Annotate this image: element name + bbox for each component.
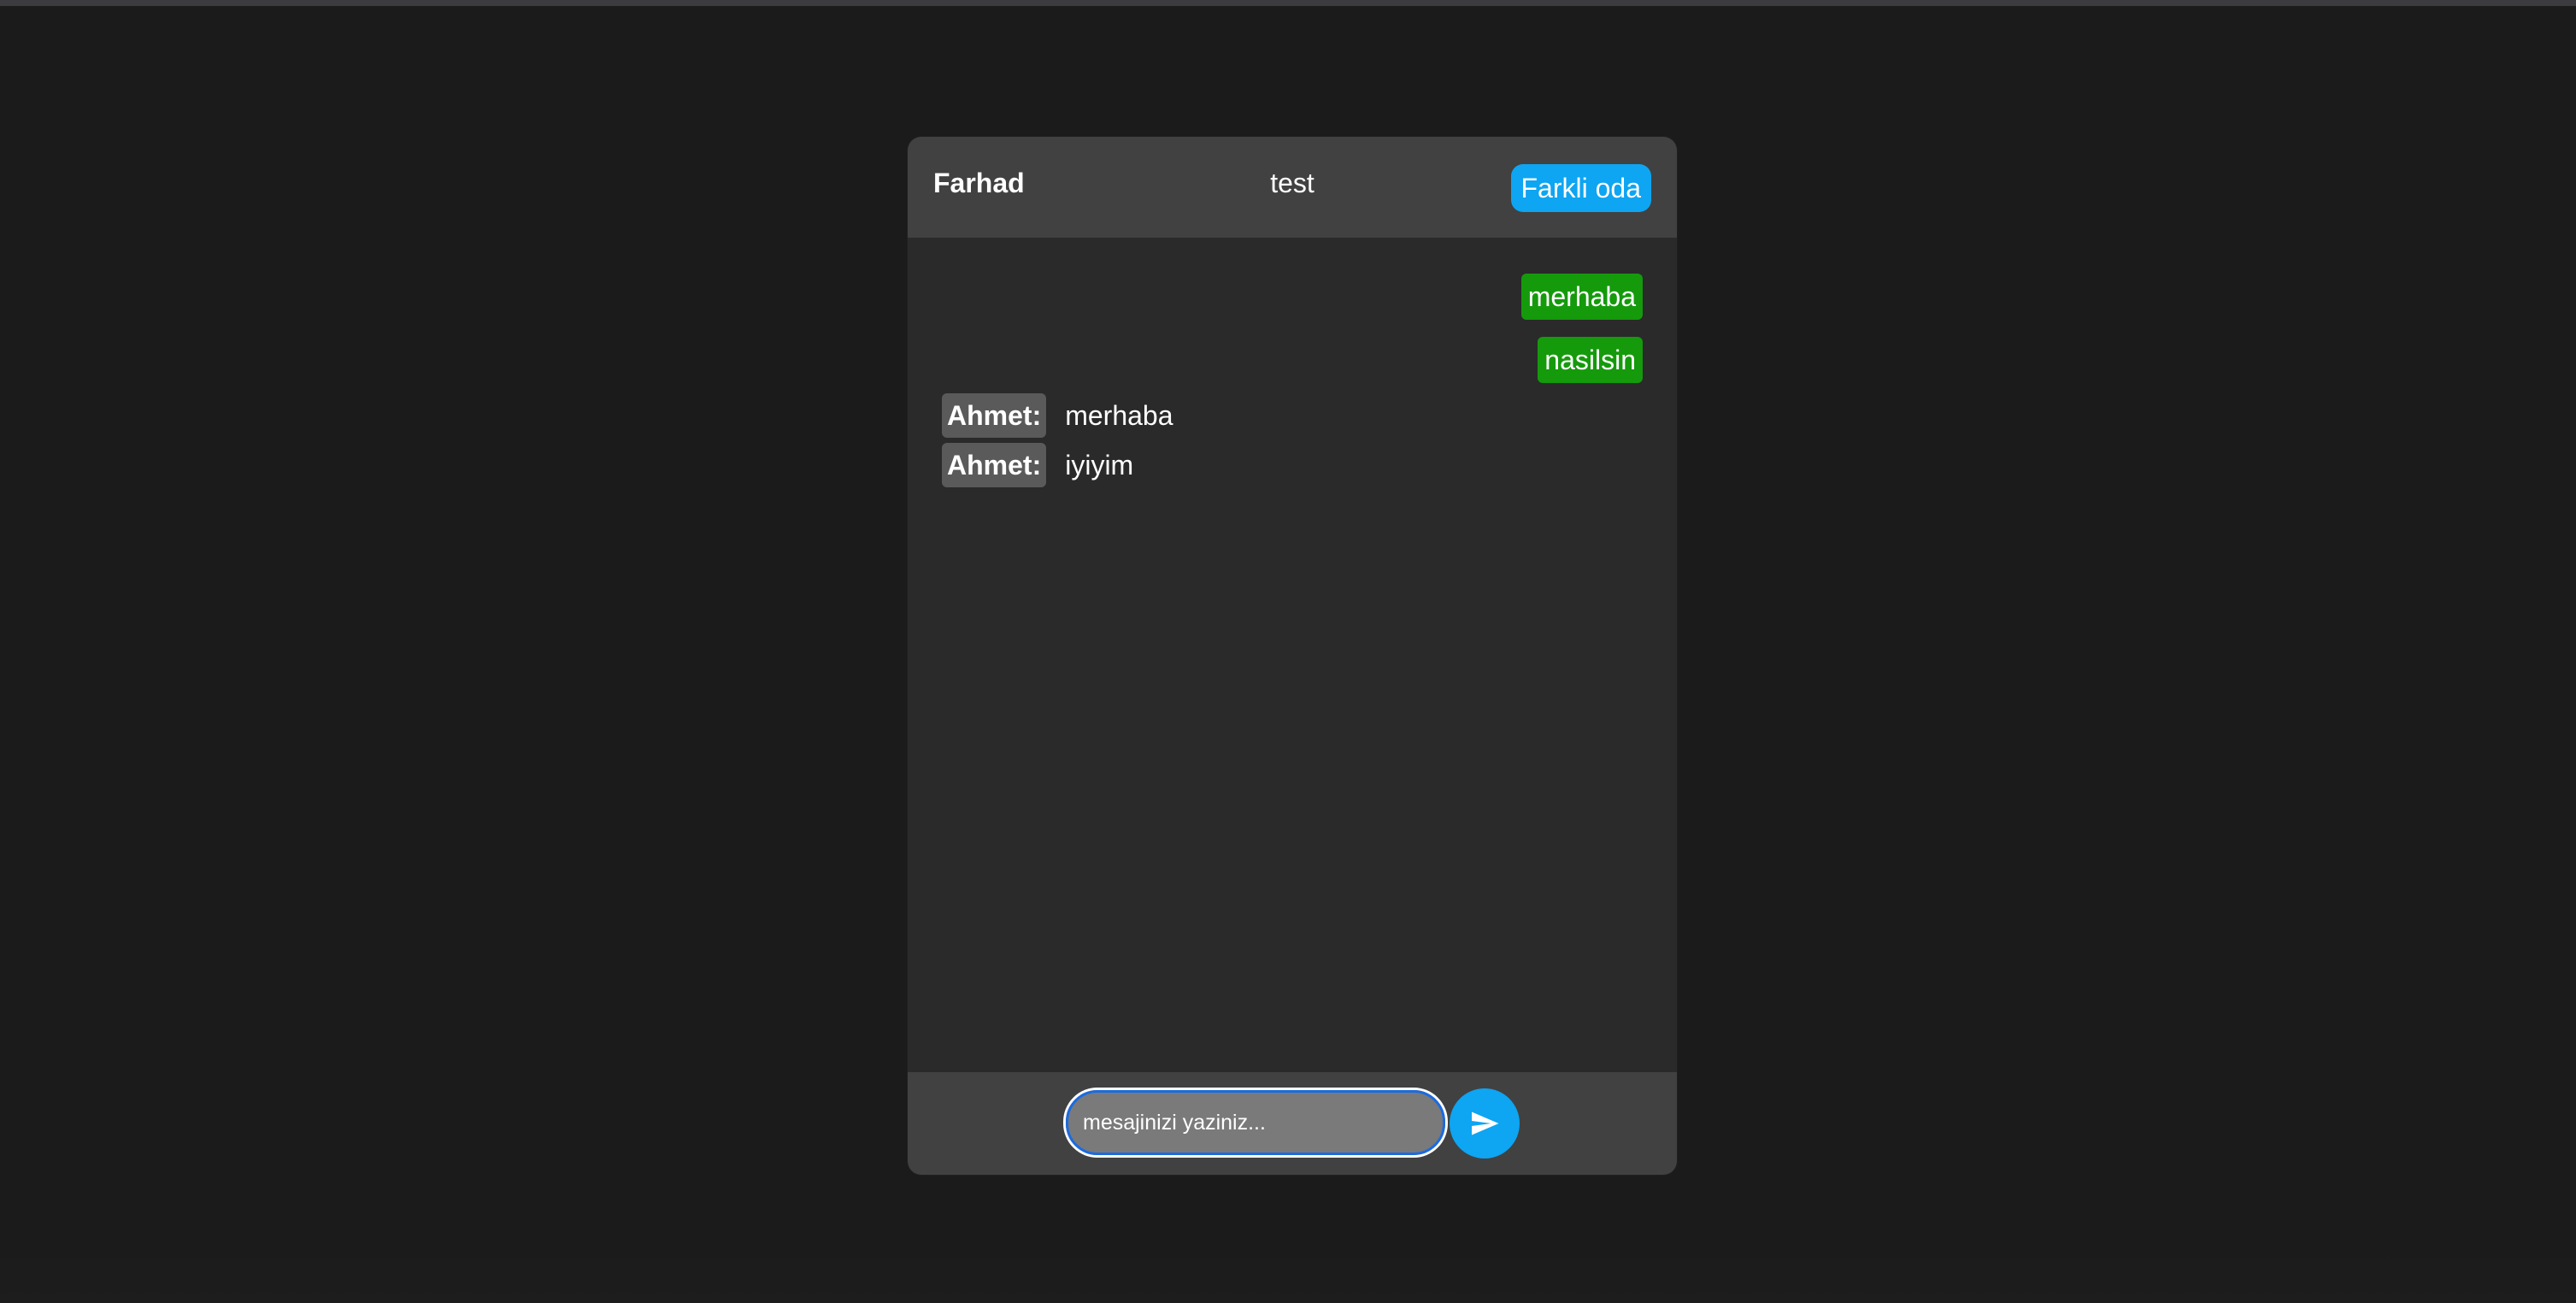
message-list: merhaba nasilsin Ahmet: merhaba Ahmet: iyiyim (908, 238, 1677, 1175)
chat-header: Farhad test Farkli oda (908, 137, 1677, 238)
change-room-button[interactable]: Farkli oda (1510, 164, 1651, 212)
chat-window: Farhad test Farkli oda merhaba nasilsin Ah… (908, 137, 1677, 1175)
send-icon (1472, 1111, 1499, 1135)
own-message-text: nasilsin (1544, 345, 1636, 375)
sender-badge: Ahmet: (942, 393, 1047, 438)
sender-badge: Ahmet: (942, 443, 1047, 487)
window-top-border (0, 0, 2576, 6)
page-bottom-shade (0, 1248, 2576, 1303)
send-button[interactable] (1450, 1088, 1520, 1159)
incoming-message-text: merhaba (1065, 399, 1173, 431)
own-message: nasilsin (1538, 337, 1643, 383)
incoming-message: Ahmet: iyiyim (942, 443, 1133, 487)
incoming-message-text: iyiyim (1065, 449, 1134, 481)
own-message-text: merhaba (1527, 281, 1636, 312)
message-input[interactable] (1063, 1088, 1448, 1158)
own-message: merhaba (1520, 274, 1643, 320)
composer-bar (908, 1072, 1677, 1175)
incoming-message: Ahmet: merhaba (942, 393, 1173, 438)
